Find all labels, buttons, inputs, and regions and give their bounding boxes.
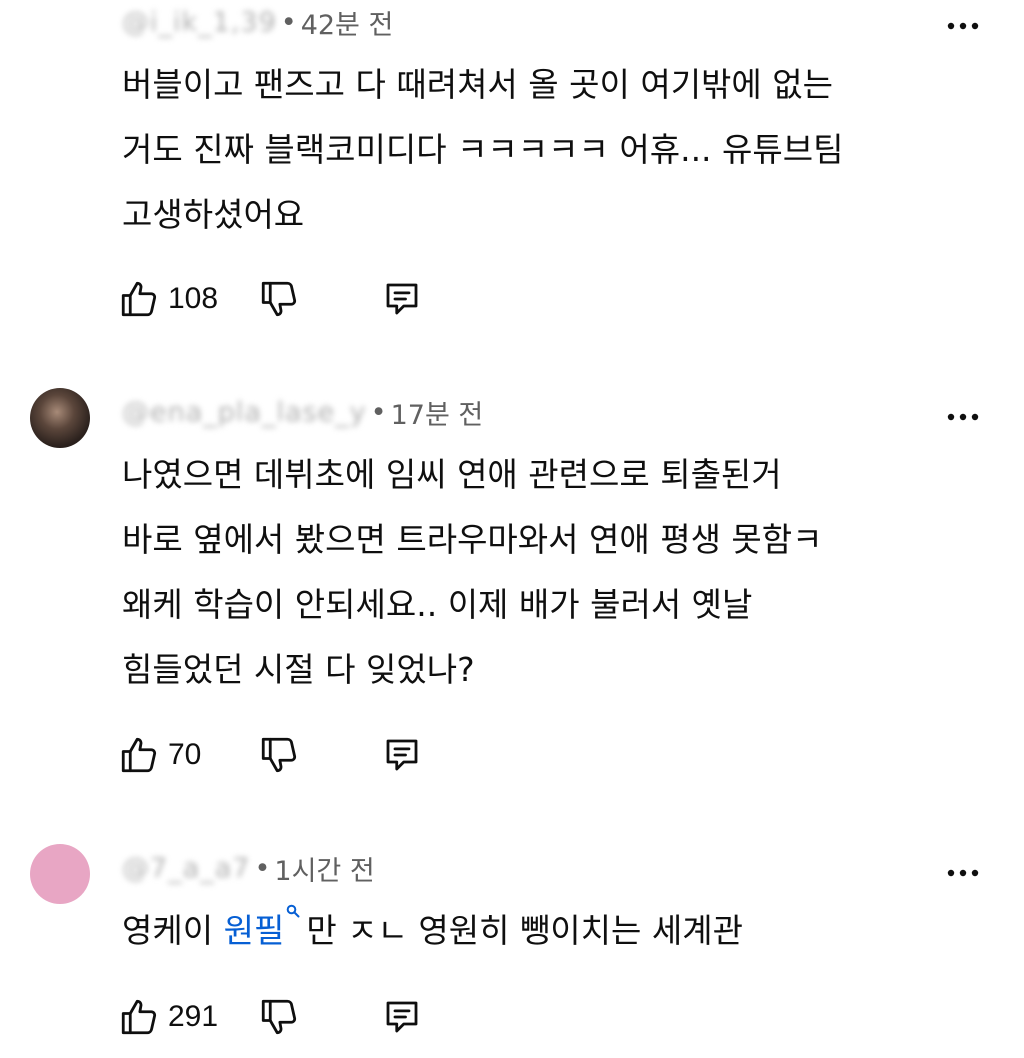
reply-comment-icon [386, 1001, 418, 1033]
reply-comment-icon [386, 283, 418, 315]
search-icon[interactable] [286, 904, 300, 918]
avatar[interactable] [30, 388, 90, 448]
comment-actions: 108 [118, 274, 418, 324]
comment-line: 왜케 학습이 안되세요.. 이제 배가 불러서 옛날 [122, 585, 753, 624]
thumbs-down-icon [261, 281, 297, 317]
comment-actions: 70 [118, 730, 418, 780]
more-vertical-icon [947, 413, 979, 421]
comment-text: 버블이고 팬즈고 다 때려쳐서 올 곳이 여기밖에 없는 거도 진짜 블랙코미디… [122, 52, 962, 247]
comment-line: 나였으면 데뷔초에 임씨 연애 관련으로 퇴출된거 [122, 455, 782, 494]
meta-separator: • [280, 6, 297, 38]
author-handle[interactable]: @7_a_a7 [122, 853, 250, 884]
comment-line: 거도 진짜 블랙코미디다 ㅋㅋㅋㅋㅋ 어휴... 유튜브팀 [122, 130, 844, 169]
like-count: 108 [168, 282, 219, 315]
like-count: 70 [168, 738, 202, 771]
thumbs-down-icon [261, 737, 297, 773]
thumbs-down-icon [261, 999, 297, 1035]
avatar[interactable] [30, 844, 90, 904]
more-vertical-icon [947, 869, 979, 877]
meta-separator: • [370, 396, 387, 428]
more-actions-button[interactable] [946, 400, 980, 434]
comment-text-after: 만 ㅈㄴ 영원히 뺑이치는 세계관 [306, 911, 743, 950]
reply-comment-icon [386, 739, 418, 771]
more-actions-button[interactable] [946, 856, 980, 890]
comment-meta: @i_ik_1,39 • 42분 전 [122, 2, 393, 42]
comment-text-before: 영케이 [122, 911, 224, 950]
like-button[interactable]: 70 [118, 734, 201, 776]
reply-button[interactable] [381, 996, 423, 1038]
comment-text: 나였으면 데뷔초에 임씨 연애 관련으로 퇴출된거 바로 옆에서 봤으면 트라우… [122, 442, 962, 702]
thumbs-up-icon [121, 281, 157, 317]
author-handle[interactable]: @ena_pla_lase_y [122, 397, 367, 428]
like-button[interactable]: 291 [118, 996, 218, 1038]
author-handle[interactable]: @i_ik_1,39 [122, 7, 277, 38]
dislike-button[interactable] [258, 996, 300, 1038]
hashtag-link[interactable]: 원필 [224, 911, 285, 950]
dislike-button[interactable] [258, 278, 300, 320]
comment-actions: 291 [118, 992, 418, 1042]
thumbs-up-icon [121, 999, 157, 1035]
comment-text: 영케이 원필 만 ㅈㄴ 영원히 뺑이치는 세계관 [122, 898, 962, 963]
comment-time[interactable]: 17분 전 [391, 393, 484, 432]
reply-button[interactable] [381, 734, 423, 776]
thumbs-up-icon [121, 737, 157, 773]
comment-meta: @7_a_a7 • 1시간 전 [122, 848, 375, 888]
comment-line: 바로 옆에서 봤으면 트라우마와서 연애 평생 못함ㅋ [122, 520, 823, 559]
like-count: 291 [168, 1000, 219, 1033]
dislike-button[interactable] [258, 734, 300, 776]
comment-line: 영케이 원필 만 ㅈㄴ 영원히 뺑이치는 세계관 [122, 898, 962, 963]
comment-time[interactable]: 42분 전 [301, 3, 394, 42]
meta-separator: • [254, 852, 271, 884]
more-vertical-icon [947, 22, 979, 30]
comment-line: 버블이고 팬즈고 다 때려쳐서 올 곳이 여기밖에 없는 [122, 65, 833, 104]
like-button[interactable]: 108 [118, 278, 218, 320]
reply-button[interactable] [381, 278, 423, 320]
comment-time[interactable]: 1시간 전 [274, 849, 374, 888]
more-actions-button[interactable] [946, 9, 980, 43]
comment-meta: @ena_pla_lase_y • 17분 전 [122, 392, 483, 432]
comment-line: 고생하셨어요 [122, 195, 305, 234]
comment-line: 힘들었던 시절 다 잊었나? [122, 650, 475, 689]
